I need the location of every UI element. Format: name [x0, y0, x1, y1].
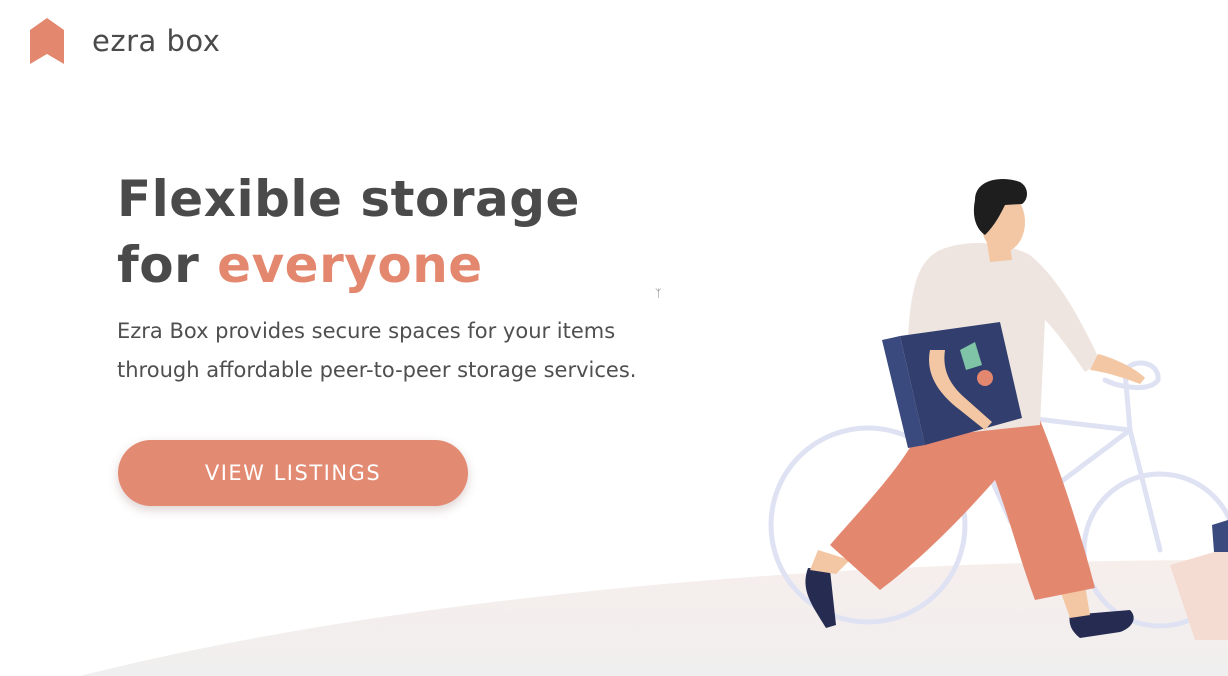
- hero-description: Ezra Box provides secure spaces for your…: [117, 319, 637, 382]
- hero-title-line1: Flexible storage: [117, 170, 580, 228]
- brand-name[interactable]: ezra box: [92, 24, 220, 58]
- view-listings-button[interactable]: VIEW LISTINGS: [118, 440, 468, 506]
- hero-section: Flexible storage for everyone Ezra Box p…: [117, 166, 677, 389]
- text-cursor-icon: ᛉ: [655, 287, 662, 300]
- hero-title-accent: everyone: [217, 236, 483, 294]
- hero-title: Flexible storage for everyone: [117, 166, 677, 298]
- bookmark-house-icon[interactable]: [30, 18, 64, 64]
- hero-title-prefix: for: [117, 236, 218, 294]
- site-header: ezra box: [30, 18, 220, 64]
